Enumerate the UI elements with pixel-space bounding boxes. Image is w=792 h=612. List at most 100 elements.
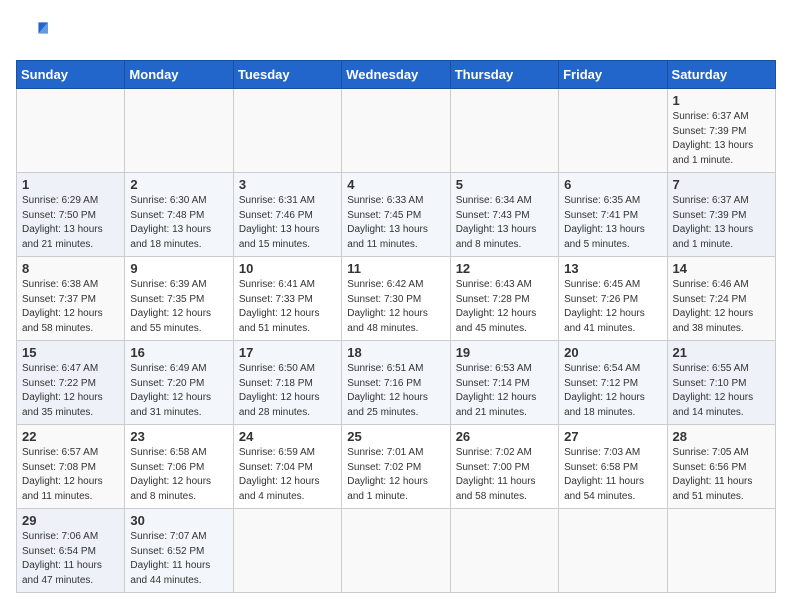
column-header-thursday: Thursday (450, 61, 558, 89)
calendar-cell: 11 Sunrise: 6:42 AMSunset: 7:30 PMDayligh… (342, 257, 450, 341)
calendar-cell (342, 89, 450, 173)
day-number: 13 (564, 261, 661, 276)
calendar-week-4: 15 Sunrise: 6:47 AMSunset: 7:22 PMDayligh… (17, 341, 776, 425)
day-number: 25 (347, 429, 444, 444)
cell-content: Sunrise: 6:47 AMSunset: 7:22 PMDaylight:… (22, 362, 119, 420)
calendar-week-5: 22Sunrise: 6:57 AMSunset: 7:08 PMDayligh… (17, 425, 776, 509)
calendar-cell: 29 Sunrise: 7:06 AMSunset: 6:54 PMDayligh… (17, 509, 125, 593)
column-header-monday: Monday (125, 61, 233, 89)
calendar-cell: 17 Sunrise: 6:50 AMSunset: 7:18 PMDayligh… (233, 341, 341, 425)
day-number: 9 (130, 261, 227, 276)
cell-content: Sunrise: 7:05 AMSunset: 6:56 PMDaylight:… (673, 446, 770, 504)
calendar-week-2: 1Sunrise: 6:29 AMSunset: 7:50 PMDaylight… (17, 173, 776, 257)
day-number: 12 (456, 261, 553, 276)
cell-content: Sunrise: 6:38 AMSunset: 7:37 PMDaylight:… (22, 278, 119, 336)
cell-content: Sunrise: 7:06 AMSunset: 6:54 PMDaylight:… (22, 530, 119, 588)
day-number: 11 (347, 261, 444, 276)
cell-content: Sunrise: 6:34 AMSunset: 7:43 PMDaylight:… (456, 194, 553, 252)
calendar-cell (559, 509, 667, 593)
calendar-cell (125, 89, 233, 173)
calendar-cell: 26Sunrise: 7:02 AMSunset: 7:00 PMDayligh… (450, 425, 558, 509)
cell-content: Sunrise: 6:54 AMSunset: 7:12 PMDaylight:… (564, 362, 661, 420)
day-number: 20 (564, 345, 661, 360)
day-number: 30 (130, 513, 227, 528)
calendar-cell: 16 Sunrise: 6:49 AMSunset: 7:20 PMDayligh… (125, 341, 233, 425)
calendar-cell: 15 Sunrise: 6:47 AMSunset: 7:22 PMDayligh… (17, 341, 125, 425)
cell-content: Sunrise: 6:35 AMSunset: 7:41 PMDaylight:… (564, 194, 661, 252)
column-header-tuesday: Tuesday (233, 61, 341, 89)
calendar-cell: 20 Sunrise: 6:54 AMSunset: 7:12 PMDayligh… (559, 341, 667, 425)
day-number: 19 (456, 345, 553, 360)
cell-content: Sunrise: 6:41 AMSunset: 7:33 PMDaylight:… (239, 278, 336, 336)
calendar-cell: 8Sunrise: 6:38 AMSunset: 7:37 PMDaylight… (17, 257, 125, 341)
cell-content: Sunrise: 7:07 AMSunset: 6:52 PMDaylight:… (130, 530, 227, 588)
day-number: 27 (564, 429, 661, 444)
calendar-table: SundayMondayTuesdayWednesdayThursdayFrid… (16, 60, 776, 593)
day-number: 15 (22, 345, 119, 360)
calendar-cell: 19Sunrise: 6:53 AMSunset: 7:14 PMDayligh… (450, 341, 558, 425)
cell-content: Sunrise: 6:55 AMSunset: 7:10 PMDaylight:… (673, 362, 770, 420)
logo (16, 16, 52, 48)
column-header-sunday: Sunday (17, 61, 125, 89)
day-number: 3 (239, 177, 336, 192)
calendar-cell (17, 89, 125, 173)
cell-content: Sunrise: 6:50 AMSunset: 7:18 PMDaylight:… (239, 362, 336, 420)
calendar-cell: 12 Sunrise: 6:43 AMSunset: 7:28 PMDayligh… (450, 257, 558, 341)
logo-icon (16, 16, 48, 48)
day-number: 10 (239, 261, 336, 276)
cell-content: Sunrise: 6:45 AMSunset: 7:26 PMDaylight:… (564, 278, 661, 336)
calendar-cell: 23Sunrise: 6:58 AMSunset: 7:06 PMDayligh… (125, 425, 233, 509)
cell-content: Sunrise: 6:49 AMSunset: 7:20 PMDaylight:… (130, 362, 227, 420)
day-number: 6 (564, 177, 661, 192)
cell-content: Sunrise: 6:31 AMSunset: 7:46 PMDaylight:… (239, 194, 336, 252)
column-header-saturday: Saturday (667, 61, 775, 89)
calendar-cell (559, 89, 667, 173)
day-number: 1 (22, 177, 119, 192)
day-number: 18 (347, 345, 444, 360)
page-header (16, 16, 776, 48)
calendar-cell: 30 Sunrise: 7:07 AMSunset: 6:52 PMDayligh… (125, 509, 233, 593)
calendar-cell: 6 Sunrise: 6:35 AMSunset: 7:41 PMDaylight… (559, 173, 667, 257)
day-number: 16 (130, 345, 227, 360)
calendar-cell: 1Sunrise: 6:29 AMSunset: 7:50 PMDaylight… (17, 173, 125, 257)
column-header-friday: Friday (559, 61, 667, 89)
calendar-cell: 1Sunrise: 6:37 AMSunset: 7:39 PMDaylight… (667, 89, 775, 173)
calendar-cell: 13 Sunrise: 6:45 AMSunset: 7:26 PMDayligh… (559, 257, 667, 341)
day-number: 24 (239, 429, 336, 444)
calendar-week-3: 8Sunrise: 6:38 AMSunset: 7:37 PMDaylight… (17, 257, 776, 341)
day-number: 17 (239, 345, 336, 360)
calendar-cell (233, 509, 341, 593)
cell-content: Sunrise: 7:02 AMSunset: 7:00 PMDaylight:… (456, 446, 553, 504)
calendar-cell: 10 Sunrise: 6:41 AMSunset: 7:33 PMDayligh… (233, 257, 341, 341)
calendar-cell: 21Sunrise: 6:55 AMSunset: 7:10 PMDayligh… (667, 341, 775, 425)
calendar-cell: 25 Sunrise: 7:01 AMSunset: 7:02 PMDayligh… (342, 425, 450, 509)
calendar-cell: 24 Sunrise: 6:59 AMSunset: 7:04 PMDayligh… (233, 425, 341, 509)
calendar-cell (450, 89, 558, 173)
cell-content: Sunrise: 6:33 AMSunset: 7:45 PMDaylight:… (347, 194, 444, 252)
day-number: 5 (456, 177, 553, 192)
cell-content: Sunrise: 6:57 AMSunset: 7:08 PMDaylight:… (22, 446, 119, 504)
calendar-cell (342, 509, 450, 593)
cell-content: Sunrise: 6:43 AMSunset: 7:28 PMDaylight:… (456, 278, 553, 336)
cell-content: Sunrise: 6:42 AMSunset: 7:30 PMDaylight:… (347, 278, 444, 336)
day-number: 14 (673, 261, 770, 276)
cell-content: Sunrise: 6:51 AMSunset: 7:16 PMDaylight:… (347, 362, 444, 420)
calendar-cell (233, 89, 341, 173)
cell-content: Sunrise: 6:39 AMSunset: 7:35 PMDaylight:… (130, 278, 227, 336)
day-number: 29 (22, 513, 119, 528)
calendar-cell: 28Sunrise: 7:05 AMSunset: 6:56 PMDayligh… (667, 425, 775, 509)
calendar-cell: 27Sunrise: 7:03 AMSunset: 6:58 PMDayligh… (559, 425, 667, 509)
calendar-week-6: 29 Sunrise: 7:06 AMSunset: 6:54 PMDayligh… (17, 509, 776, 593)
calendar-cell (450, 509, 558, 593)
day-number: 7 (673, 177, 770, 192)
cell-content: Sunrise: 6:46 AMSunset: 7:24 PMDaylight:… (673, 278, 770, 336)
day-number: 1 (673, 93, 770, 108)
cell-content: Sunrise: 6:59 AMSunset: 7:04 PMDaylight:… (239, 446, 336, 504)
cell-content: Sunrise: 7:01 AMSunset: 7:02 PMDaylight:… (347, 446, 444, 504)
calendar-cell: 18 Sunrise: 6:51 AMSunset: 7:16 PMDayligh… (342, 341, 450, 425)
cell-content: Sunrise: 6:58 AMSunset: 7:06 PMDaylight:… (130, 446, 227, 504)
calendar-cell: 7Sunrise: 6:37 AMSunset: 7:39 PMDaylight… (667, 173, 775, 257)
calendar-week-1: 1Sunrise: 6:37 AMSunset: 7:39 PMDaylight… (17, 89, 776, 173)
calendar-cell (667, 509, 775, 593)
day-number: 2 (130, 177, 227, 192)
